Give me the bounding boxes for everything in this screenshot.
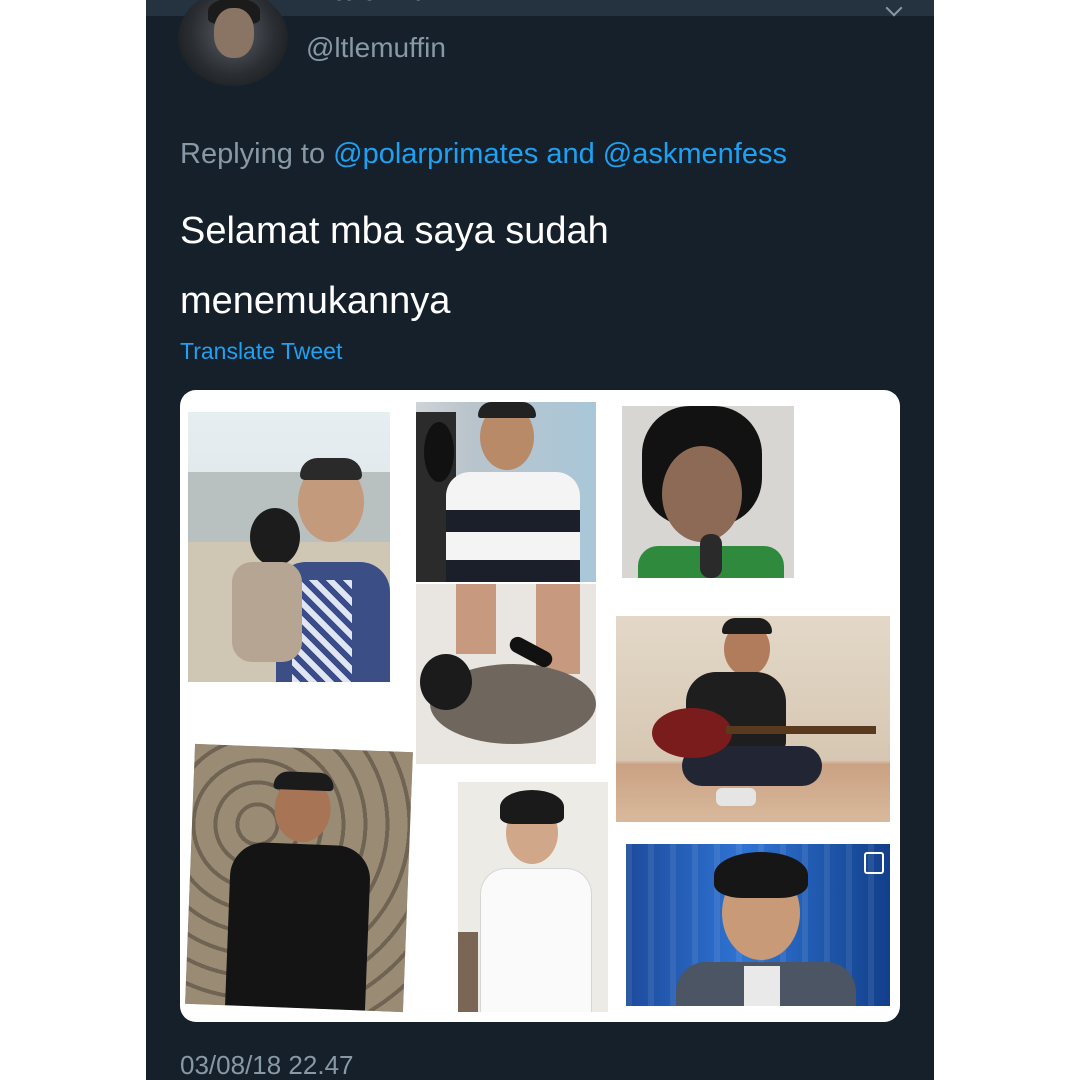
replying-to-label: Replying to (180, 138, 326, 170)
tweet-text: Selamat mba saya sudah menemukannya (180, 210, 609, 322)
collage-photo-guitar (616, 616, 890, 822)
collage-photo-man-with-child (188, 412, 390, 682)
mention-polarprimates[interactable]: @polarprimates (333, 138, 538, 170)
collage-photo-cat (416, 584, 596, 764)
tweet-timestamp: 03/08/18 22.47 (180, 1050, 354, 1080)
collage-photo-tv-studio (626, 844, 890, 1006)
collage-photo-white-shirt (458, 782, 608, 1012)
collage-photo-microphone (622, 406, 794, 578)
avatar[interactable] (178, 0, 288, 86)
tweet-media[interactable] (180, 390, 900, 1022)
mention-askmenfess[interactable]: @askmenfess (603, 138, 787, 170)
replying-to: Replying to @polarprimates and @askmenfe… (180, 138, 787, 171)
tweet-detail-screen: Little Muffin @ltlemuffin Replying to @p… (146, 0, 934, 1080)
collage-photo-stone-wall (185, 743, 413, 1013)
reply-joiner[interactable]: and (546, 138, 594, 170)
translate-tweet-link[interactable]: Translate Tweet (180, 338, 342, 365)
avatar-face (214, 8, 254, 58)
collage-photo-striped-shirt (416, 402, 596, 582)
user-handle[interactable]: @ltlemuffin (306, 32, 446, 64)
display-name[interactable]: Little Muffin (306, 0, 476, 8)
